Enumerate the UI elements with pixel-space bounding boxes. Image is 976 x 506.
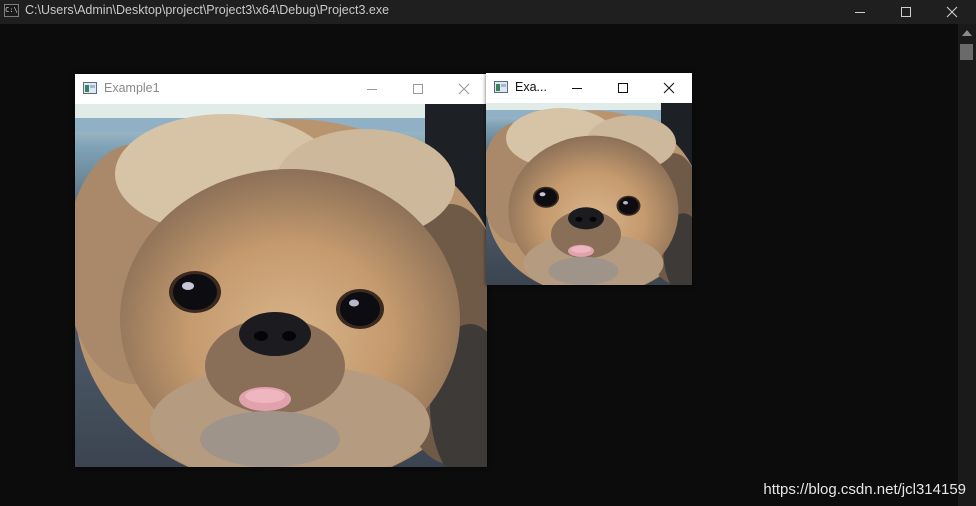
example2-minimize-button[interactable] bbox=[554, 73, 600, 103]
opencv-window-icon bbox=[494, 81, 508, 93]
example1-window-title: Example1 bbox=[104, 81, 160, 95]
console-close-button[interactable] bbox=[929, 0, 975, 24]
close-icon bbox=[946, 6, 958, 18]
scroll-thumb[interactable] bbox=[960, 44, 973, 60]
example1-window: Example1 bbox=[75, 74, 487, 467]
console-maximize-button[interactable] bbox=[883, 0, 929, 24]
console-titlebar: C:\ C:\Users\Admin\Desktop\project\Proje… bbox=[0, 0, 976, 24]
dog-image-large bbox=[75, 104, 487, 467]
example1-titlebar[interactable]: Example1 bbox=[75, 74, 487, 104]
maximize-icon bbox=[901, 7, 911, 17]
maximize-icon bbox=[413, 84, 423, 94]
pekingese-dog-photo-small bbox=[486, 103, 692, 285]
pekingese-dog-photo bbox=[75, 104, 487, 467]
example2-window: Exa... bbox=[486, 73, 692, 285]
watermark-text: https://blog.csdn.net/jcl314159 bbox=[763, 481, 966, 498]
console-scrollbar[interactable] bbox=[958, 24, 976, 506]
console-minimize-button[interactable] bbox=[837, 0, 883, 24]
minimize-icon bbox=[367, 89, 377, 90]
console-window-title: C:\Users\Admin\Desktop\project\Project3\… bbox=[25, 3, 390, 17]
scroll-up-arrow-icon[interactable] bbox=[962, 30, 972, 36]
maximize-icon bbox=[618, 83, 628, 93]
close-icon bbox=[458, 83, 470, 95]
minimize-icon bbox=[855, 12, 865, 13]
example1-minimize-button[interactable] bbox=[349, 74, 395, 104]
example2-maximize-button[interactable] bbox=[600, 73, 646, 103]
example2-window-title: Exa... bbox=[515, 80, 547, 94]
example1-maximize-button[interactable] bbox=[395, 74, 441, 104]
opencv-window-icon bbox=[83, 82, 97, 94]
example1-close-button[interactable] bbox=[441, 74, 487, 104]
minimize-icon bbox=[572, 88, 582, 89]
example2-close-button[interactable] bbox=[646, 73, 692, 103]
dog-image-small bbox=[486, 103, 692, 285]
close-icon bbox=[663, 82, 675, 94]
console-app-icon: C:\ bbox=[4, 4, 19, 17]
example2-titlebar[interactable]: Exa... bbox=[486, 73, 692, 103]
